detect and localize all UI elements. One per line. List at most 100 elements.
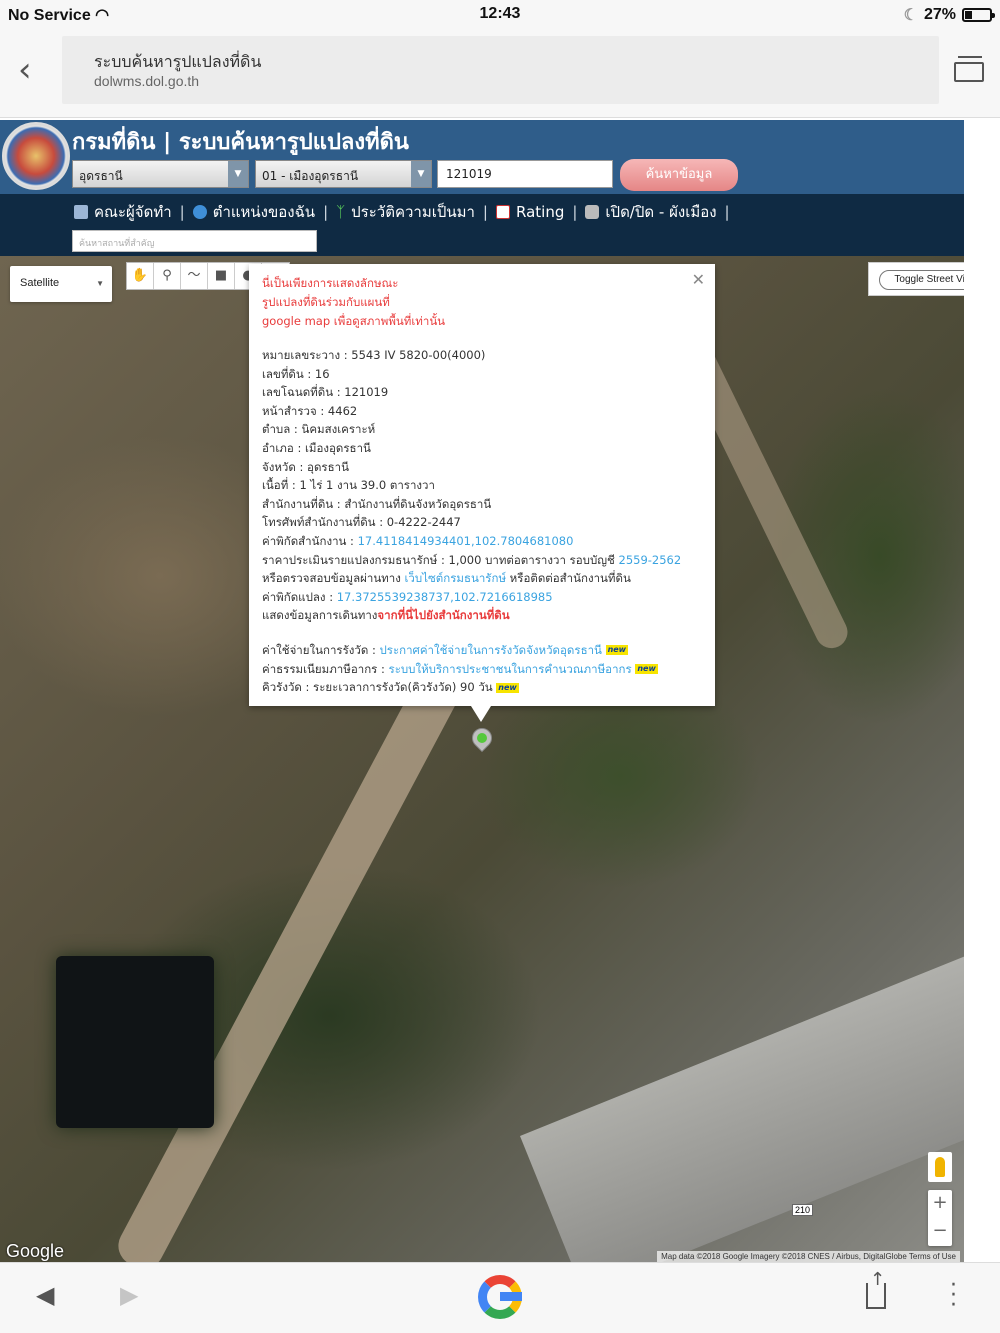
map-type-select[interactable]: Satellite ▼ (10, 266, 112, 302)
toggle-icon (585, 205, 600, 219)
map-copyright[interactable]: Map data ©2018 Google Imagery ©2018 CNES… (657, 1251, 960, 1262)
browser-bottom-bar: ◀ ▶ ··· (0, 1262, 1000, 1333)
battery-status: ☾ 27% (903, 5, 995, 25)
nav-item-history[interactable]: ประวัติความเป็นมา (351, 200, 475, 224)
map-marker-icon[interactable] (467, 723, 497, 758)
survey-fee-link[interactable]: ประกาศค่าใช้จ่ายในการรังวัดจังหวัดอุดรธา… (379, 643, 601, 657)
appraisal-period-link[interactable]: 2559-2562 (619, 553, 682, 567)
nav-divider: | (482, 203, 488, 221)
land-office: สำนักงานที่ดิน : สำนักงานที่ดินจังหวัดอุ… (262, 496, 492, 511)
tabs-button[interactable] (954, 56, 986, 84)
survey-queue: คิวรังวัด : ระยะเวลาการรังวัด(คิวรังวัด)… (262, 680, 519, 695)
google-g-icon[interactable] (478, 1275, 522, 1319)
toggle-street-view-button[interactable]: Toggle Street View (868, 262, 964, 296)
district-select-value: 01 - เมืองอุดรธานี (262, 169, 359, 183)
parcel-details: หมายเลขระวาง : 5543 IV 5820-00(4000) เลข… (262, 346, 681, 697)
zoom-out-button[interactable]: − (928, 1218, 952, 1246)
district: อำเภอ : เมืองอุดรธานี (262, 440, 371, 455)
globe-icon (192, 205, 207, 219)
parcel-number-input[interactable]: 121019 (437, 160, 613, 188)
team-icon (74, 205, 88, 219)
map-highway (520, 941, 964, 1262)
disclaimer-line: google map เพื่อดูสภาพพื้นที่เท่านั้น (262, 314, 446, 328)
tax-calc-link[interactable]: ระบบให้บริการประชาชนในการคำนวณภาษีอากร (389, 662, 632, 676)
browser-back-button[interactable]: ‹ (18, 50, 48, 90)
survey-fee: ค่าใช้จ่ายในการรังวัด : ประกาศค่าใช้จ่าย… (262, 642, 629, 657)
more-vertical-icon[interactable]: · · · (950, 1275, 957, 1317)
address-bar[interactable]: ระบบค้นหารูปแปลงที่ดิน dolwms.dol.go.th (62, 36, 939, 104)
disclaimer-line: นี่เป็นเพียงการแสดงลักษณะ (262, 276, 399, 290)
new-badge: new (496, 682, 519, 693)
road-shield: 210 (792, 1204, 814, 1216)
pegman-icon[interactable] (928, 1152, 952, 1182)
toggle-street-view-label: Toggle Street View (879, 270, 964, 290)
site-header: กรมที่ดิน | ระบบค้นหารูปแปลงที่ดิน อุดรธ… (0, 120, 964, 194)
sprout-icon: ᛉ (336, 203, 346, 221)
map-type-value: Satellite (20, 277, 60, 289)
disclaimer-line: รูปแปลงที่ดินร่วมกับแผนที่ (262, 295, 390, 309)
clock: 12:43 (479, 5, 521, 22)
status-bar: No Service ◠ 12:43 ☾ 27% (0, 0, 1000, 28)
province-select[interactable]: อุดรธานี ▼ (72, 160, 249, 188)
parcel-info-window: ✕ นี่เป็นเพียงการแสดงลักษณะ รูปแปลงที่ดิ… (249, 264, 715, 722)
appraisal-price: ราคาประเมินรายแปลงกรมธนารักษ์ : 1,000 บา… (262, 552, 682, 567)
marker-tool-icon[interactable]: ⚲ (154, 263, 181, 289)
verify-info: หรือตรวจสอบข้อมูลผ่านทาง เว็บไซต์กรมธนาร… (262, 571, 631, 586)
office-coordinates: ค่าพิกัดสำนักงาน : 17.4118414934401,102.… (262, 533, 574, 548)
nav-item-my-location[interactable]: ตำแหน่งของฉัน (213, 200, 315, 224)
chevron-down-icon: ▼ (96, 279, 104, 288)
moon-icon: ☾ (903, 7, 918, 24)
map-dirt-road (111, 636, 481, 1262)
nav-divider: | (572, 203, 578, 221)
back-arrow-icon[interactable]: ◀ (36, 1281, 54, 1309)
forward-arrow-icon[interactable]: ▶ (120, 1281, 138, 1309)
rectangle-icon[interactable]: ■ (208, 263, 235, 289)
site-nav: คณะผู้จัดทำ | ตำแหน่งของฉัน | ᛉ ประวัติค… (0, 194, 964, 256)
land-number: เลขที่ดิน : 16 (262, 366, 330, 381)
nav-item-rating[interactable]: Rating (516, 203, 564, 221)
parcel-coordinates: ค่าพิกัดแปลง : 17.3725539238737,102.7216… (262, 589, 553, 604)
office-phone: โทรศัพท์สำนักงานที่ดิน : 0-4222-2447 (262, 515, 461, 530)
browser-toolbar: ‹ ระบบค้นหารูปแปลงที่ดิน dolwms.dol.go.t… (0, 28, 1000, 118)
share-icon[interactable] (866, 1269, 886, 1309)
info-disclaimer: นี่เป็นเพียงการแสดงลักษณะ รูปแปลงที่ดินร… (262, 274, 462, 331)
new-badge: new (635, 664, 658, 674)
zoom-in-button[interactable]: + (928, 1190, 952, 1218)
battery-percent: 27% (923, 6, 956, 23)
province: จังหวัด : อุดรธานี (262, 459, 349, 474)
page-domain: dolwms.dol.go.th (94, 73, 200, 89)
polyline-icon[interactable]: 〜 (181, 263, 208, 289)
zoom-control: + − (928, 1190, 952, 1246)
page-title: ระบบค้นหารูปแปลงที่ดิน (94, 52, 262, 71)
battery-icon (962, 8, 995, 22)
parcel-coordinates-link[interactable]: 17.3725539238737,102.7216618985 (337, 590, 553, 604)
treasury-website-link[interactable]: เว็บไซต์กรมธนารักษ์ (405, 571, 507, 585)
chevron-down-icon: ▼ (411, 161, 431, 187)
province-select-value: อุดรธานี (79, 169, 123, 183)
tax-fee: ค่าธรรมเนียมภาษีอากร : ระบบให้บริการประช… (262, 661, 658, 676)
office-coordinates-link[interactable]: 17.4118414934401,102.7804681080 (358, 534, 574, 548)
nav-item-team[interactable]: คณะผู้จัดทำ (94, 200, 172, 224)
chevron-down-icon: ▼ (228, 161, 248, 187)
route-to-office-link[interactable]: จากที่นี่ไปยังสำนักงานที่ดิน (377, 608, 509, 622)
google-logo: Google (6, 1241, 65, 1261)
route-info: แสดงข้อมูลการเดินทางจากที่นี่ไปยังสำนักง… (262, 608, 510, 623)
close-icon[interactable]: ✕ (692, 270, 705, 289)
hand-icon[interactable]: ✋ (127, 263, 154, 289)
deed-number: เลขโฉนดที่ดิน : 121019 (262, 385, 389, 400)
survey-page: หน้าสำรวจ : 4462 (262, 403, 358, 418)
new-badge: new (605, 645, 629, 656)
nav-item-zoning-toggle[interactable]: เปิด/ปิด - ผังเมือง (605, 200, 716, 224)
district-select[interactable]: 01 - เมืองอุดรธานี ▼ (255, 160, 432, 188)
nav-divider: | (724, 203, 730, 221)
map-sheet: หมายเลขระวาง : 5543 IV 5820-00(4000) (262, 348, 486, 362)
nav-divider: | (323, 203, 329, 221)
search-button[interactable]: ค้นหาข้อมูล (620, 159, 738, 191)
map-pond (56, 956, 214, 1128)
rating-chart-icon (495, 205, 510, 219)
land-area: เนื้อที่ : 1 ไร่ 1 งาน 39.0 ตารางวา (262, 478, 435, 493)
nav-divider: | (179, 203, 185, 221)
site-title: กรมที่ดิน | ระบบค้นหารูปแปลงที่ดิน (72, 130, 409, 155)
subdistrict: ตำบล : นิคมสงเคราะห์ (262, 422, 376, 437)
place-search-input[interactable]: ค้นหาสถานที่สำคัญ (72, 230, 317, 252)
